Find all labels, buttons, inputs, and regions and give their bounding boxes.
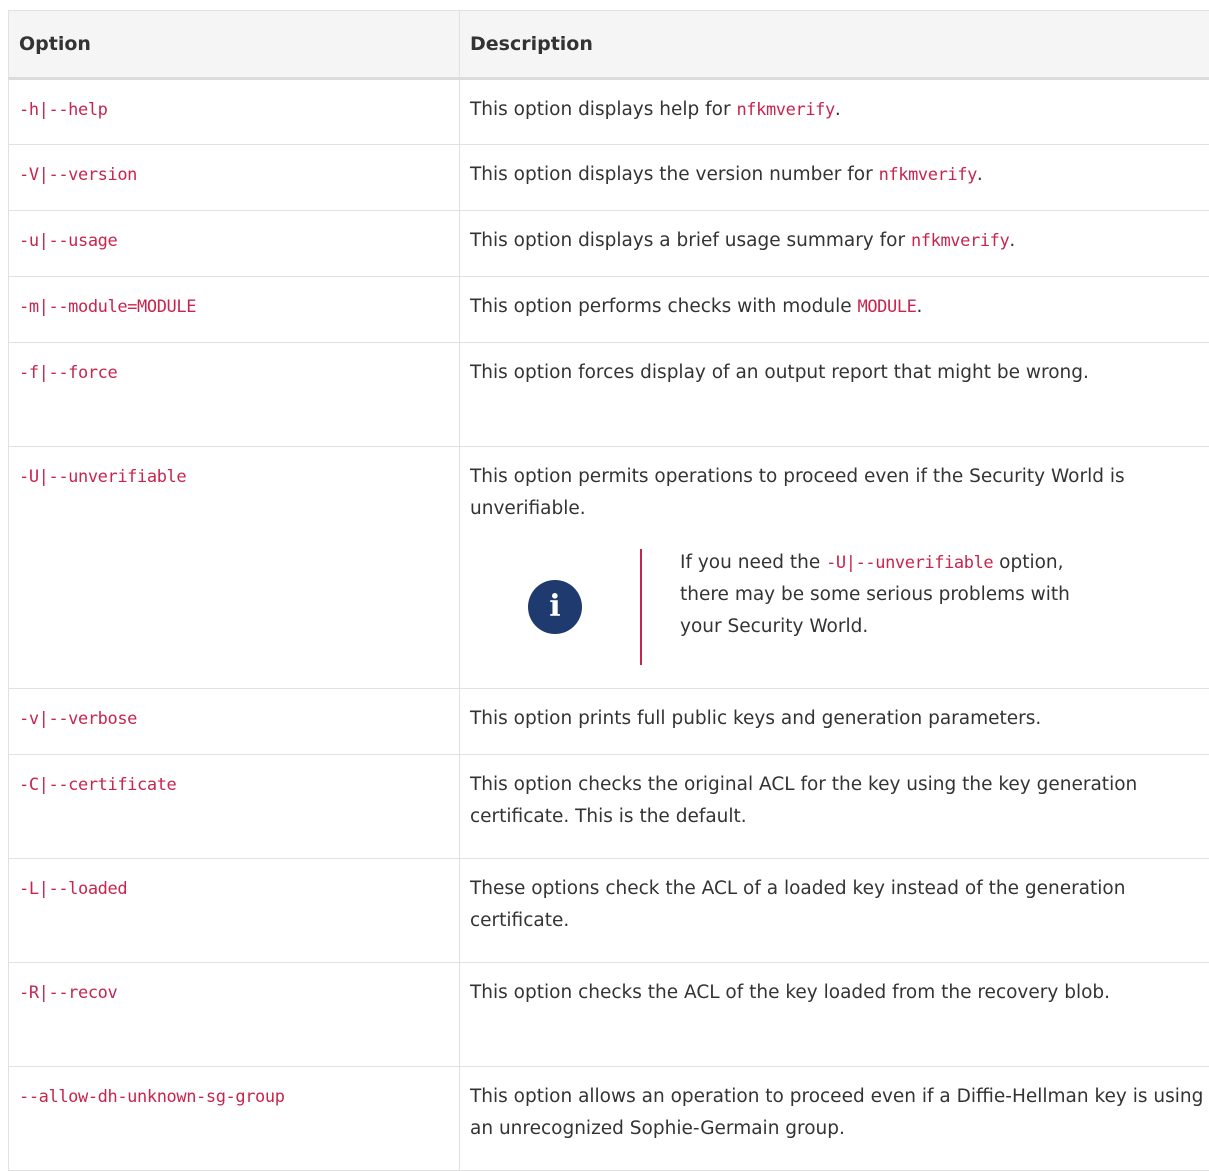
header-option: Option [9, 11, 460, 79]
table-body: -h|--help This option displays help for … [9, 79, 1209, 1171]
option-cell: -m|--module=MODULE [9, 277, 460, 343]
inline-code: MODULE [857, 297, 916, 317]
note-icon-column: i [470, 549, 642, 665]
description-cell: This option performs checks with module … [460, 277, 1209, 343]
table-row: -C|--certificate This option checks the … [9, 755, 1209, 859]
option-cell: -f|--force [9, 343, 460, 447]
description-cell: This option checks the original ACL for … [460, 755, 1209, 859]
inline-code: nfkmverify [736, 100, 834, 120]
description-suffix: . [977, 164, 983, 185]
table-row: -m|--module=MODULE This option performs … [9, 277, 1209, 343]
option-cell: --allow-dh-unknown-sg-group [9, 1067, 460, 1171]
description-cell: This option displays the version number … [460, 145, 1209, 211]
inline-code: nfkmverify [879, 165, 977, 185]
inline-code: nfkmverify [911, 231, 1009, 251]
header-row: Option Description [9, 11, 1209, 79]
option-cell: -h|--help [9, 79, 460, 145]
table-header: Option Description [9, 11, 1209, 79]
table-row: -R|--recov This option checks the ACL of… [9, 963, 1209, 1067]
description-cell: This option displays help for nfkmverify… [460, 79, 1209, 145]
info-icon: i [528, 580, 582, 634]
options-table-container: Option Description -h|--help This option… [8, 10, 1209, 1171]
description-cell: This option prints full public keys and … [460, 689, 1209, 755]
table-row: -f|--force This option forces display of… [9, 343, 1209, 447]
table-row: -u|--usage This option displays a brief … [9, 211, 1209, 277]
inline-code: -U|--unverifiable [826, 553, 993, 573]
table-row: -h|--help This option displays help for … [9, 79, 1209, 145]
table-row: -U|--unverifiable This option permits op… [9, 447, 1209, 689]
note-text-prefix: If you need the [680, 552, 826, 573]
description-suffix: . [917, 296, 923, 317]
table-row: -v|--verbose This option prints full pub… [9, 689, 1209, 755]
table-row: -V|--version This option displays the ve… [9, 145, 1209, 211]
description-text: This option displays a brief usage summa… [470, 230, 911, 251]
description-text: This option performs checks with module [470, 296, 857, 317]
option-cell: -v|--verbose [9, 689, 460, 755]
options-table: Option Description -h|--help This option… [8, 10, 1209, 1171]
description-cell: This option permits operations to procee… [460, 447, 1209, 689]
option-cell: -u|--usage [9, 211, 460, 277]
option-cell: -L|--loaded [9, 859, 460, 963]
option-cell: -V|--version [9, 145, 460, 211]
description-text: This option permits operations to procee… [470, 461, 1209, 525]
option-cell: -R|--recov [9, 963, 460, 1067]
table-row: -L|--loaded These options check the ACL … [9, 859, 1209, 963]
description-cell: This option displays a brief usage summa… [460, 211, 1209, 277]
option-cell: -U|--unverifiable [9, 447, 460, 689]
description-suffix: . [835, 99, 841, 120]
info-note: i If you need the -U|--unverifiable opti… [470, 547, 1209, 665]
note-text: If you need the -U|--unverifiable option… [642, 547, 1100, 665]
description-suffix: . [1009, 230, 1015, 251]
description-cell: This option forces display of an output … [460, 343, 1209, 447]
description-text: This option displays the version number … [470, 164, 879, 185]
description-cell: This option allows an operation to proce… [460, 1067, 1209, 1171]
table-row: --allow-dh-unknown-sg-group This option … [9, 1067, 1209, 1171]
header-description: Description [460, 11, 1209, 79]
description-text: This option displays help for [470, 99, 736, 120]
description-cell: These options check the ACL of a loaded … [460, 859, 1209, 963]
option-cell: -C|--certificate [9, 755, 460, 859]
description-cell: This option checks the ACL of the key lo… [460, 963, 1209, 1067]
